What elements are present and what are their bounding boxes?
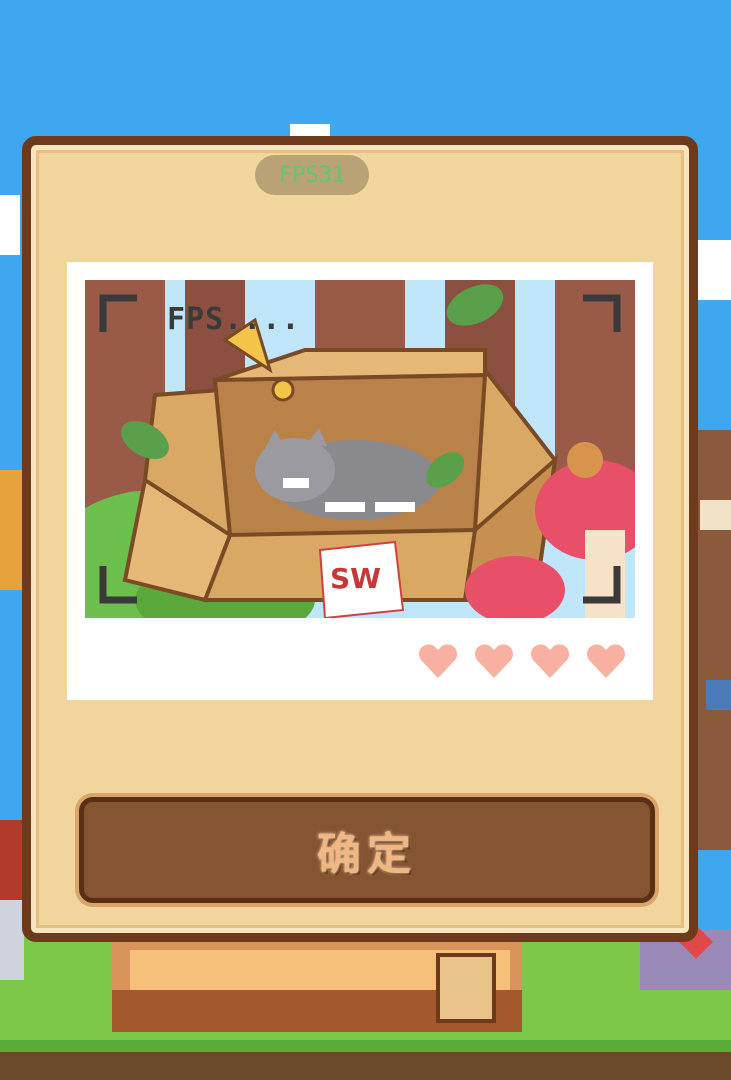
fps-counter: FPS31 (255, 155, 369, 195)
rating-hearts (417, 640, 627, 680)
heart-icon (419, 644, 457, 678)
heart-icon (587, 644, 625, 678)
heart-icon (531, 644, 569, 678)
fps-text: FPS31 (278, 162, 346, 188)
photo-caption: FPS.... (167, 302, 301, 337)
confirm-button-label: 确定 (317, 829, 417, 880)
easel (436, 953, 496, 1023)
house-left (0, 470, 22, 590)
shop-right (698, 430, 731, 850)
photo-card: FPS.... SW (67, 262, 653, 700)
cat-photo: FPS.... SW (85, 280, 635, 618)
stamp-label: SW (330, 562, 382, 595)
cloud-left (0, 195, 20, 255)
heart-icon (475, 644, 513, 678)
photo-dialog: FPS31 FPS.... SW 确定 (22, 136, 698, 942)
confirm-button[interactable]: 确定 (79, 797, 655, 903)
